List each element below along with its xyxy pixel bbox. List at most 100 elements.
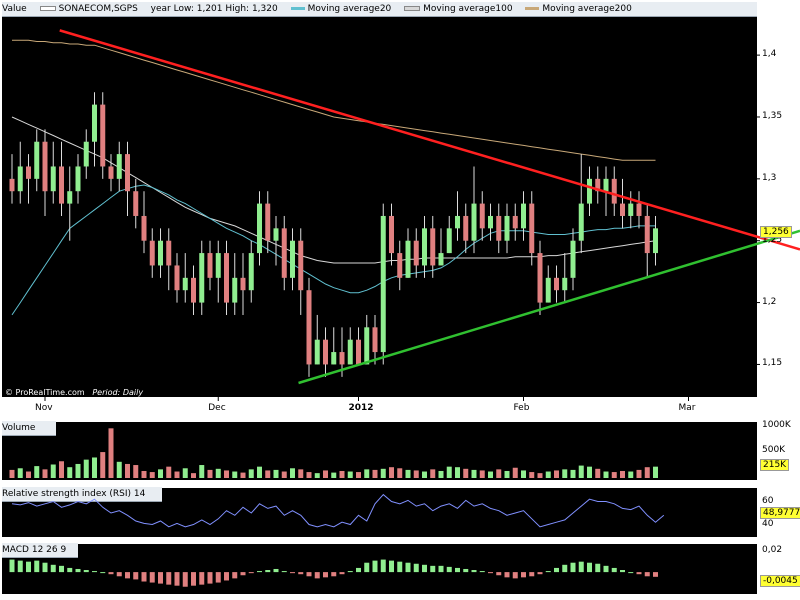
- volume-bar: [529, 472, 535, 478]
- macd-bar: [75, 568, 81, 573]
- candle-body: [314, 339, 320, 365]
- last-price-tag: 1,256: [760, 226, 792, 239]
- candle-body: [562, 277, 568, 291]
- volume-bar: [562, 469, 568, 478]
- macd-bar: [273, 568, 279, 573]
- stock-chart[interactable]: [0, 0, 800, 600]
- price-tick-label: 1,2: [762, 296, 777, 307]
- macd-bar: [562, 564, 568, 573]
- volume-bar: [215, 468, 221, 478]
- price-tick-label: 1,3: [762, 172, 777, 183]
- candle-body: [463, 215, 469, 241]
- macd-bar: [537, 572, 543, 575]
- candle-body: [644, 215, 650, 254]
- candle-body: [17, 166, 23, 192]
- candle-body: [281, 228, 287, 278]
- candle-body: [347, 339, 353, 365]
- candle-body: [653, 228, 658, 254]
- volume-bar: [207, 469, 213, 478]
- candle-body: [215, 253, 221, 278]
- macd-bar: [331, 572, 337, 577]
- volume-bar: [306, 472, 312, 478]
- volume-bar: [405, 469, 411, 478]
- candle-body: [133, 191, 139, 216]
- macd-bar: [529, 572, 535, 577]
- macd-bar: [504, 572, 510, 578]
- support-trendline: [298, 229, 800, 385]
- candle-body: [59, 166, 64, 204]
- candle-body: [537, 253, 543, 303]
- candle-body: [446, 228, 452, 254]
- candle-body: [34, 141, 40, 179]
- x-tick-label: Mar: [678, 403, 696, 413]
- candle-body: [9, 178, 15, 192]
- candle-body: [364, 327, 370, 365]
- volume-bar: [430, 469, 436, 478]
- volume-bar: [149, 472, 155, 478]
- volume-bar: [125, 463, 130, 478]
- candle-body: [240, 277, 246, 291]
- candle-body: [141, 215, 147, 241]
- volume-bar: [653, 466, 658, 478]
- volume-bar: [628, 471, 634, 478]
- macd-bar: [298, 572, 304, 575]
- candle-body: [182, 277, 188, 291]
- macd-bar: [92, 571, 97, 573]
- volume-bar: [108, 428, 114, 478]
- macd-bar: [323, 572, 328, 578]
- volume-bar: [496, 469, 502, 478]
- volume-bar: [422, 471, 427, 478]
- macd-bar: [265, 570, 271, 573]
- x-tick-label: 2012: [348, 403, 374, 413]
- candle-body: [479, 203, 485, 229]
- macd-bar: [42, 562, 48, 573]
- candle-body: [587, 178, 592, 204]
- volume-bar: [471, 469, 477, 478]
- candle-body: [116, 154, 122, 179]
- volume-bar: [290, 468, 295, 478]
- candle-body: [191, 277, 196, 303]
- ma20-line: [11, 184, 656, 316]
- rsi-last-tag: 48,9777: [760, 507, 800, 520]
- volume-bar: [545, 471, 551, 478]
- volume-bar: [314, 473, 320, 478]
- candle-body: [578, 203, 584, 241]
- macd-bar: [108, 572, 114, 575]
- macd-bar: [356, 567, 361, 573]
- macd-bar: [215, 572, 221, 583]
- candle-body: [397, 253, 403, 278]
- candle-body: [529, 203, 535, 254]
- volume-bar: [191, 473, 196, 478]
- candle-body: [471, 203, 477, 241]
- volume-bar: [372, 469, 378, 478]
- macd-bar: [438, 565, 444, 573]
- volume-bar: [240, 472, 246, 478]
- volume-tick-label: 1000K: [762, 420, 791, 430]
- volume-bar: [298, 469, 304, 478]
- volume-bar: [578, 465, 584, 478]
- volume-bar: [9, 469, 15, 478]
- macd-bar: [116, 572, 122, 577]
- macd-bar: [644, 572, 650, 577]
- candle-body: [422, 228, 427, 266]
- ma200-line: [12, 39, 656, 161]
- candle-body: [488, 215, 493, 229]
- x-tick-label: Feb: [513, 403, 530, 413]
- volume-bar: [521, 470, 526, 478]
- macd-bar: [587, 562, 592, 573]
- volume-bar: [356, 472, 361, 478]
- price-tick-label: 1,35: [762, 110, 783, 121]
- volume-bar: [26, 471, 31, 478]
- volume-bar: [595, 468, 601, 478]
- candle-body: [174, 265, 180, 291]
- candle-body: [92, 104, 97, 142]
- macd-bar: [603, 565, 609, 573]
- ma100-line: [11, 116, 656, 264]
- macd-bar: [471, 570, 477, 573]
- macd-bar: [34, 560, 40, 573]
- volume-bar: [397, 468, 403, 478]
- volume-bar: [603, 471, 609, 478]
- rsi-tick-label: 40: [762, 518, 774, 529]
- volume-bar: [265, 470, 271, 478]
- macd-bar: [389, 560, 394, 573]
